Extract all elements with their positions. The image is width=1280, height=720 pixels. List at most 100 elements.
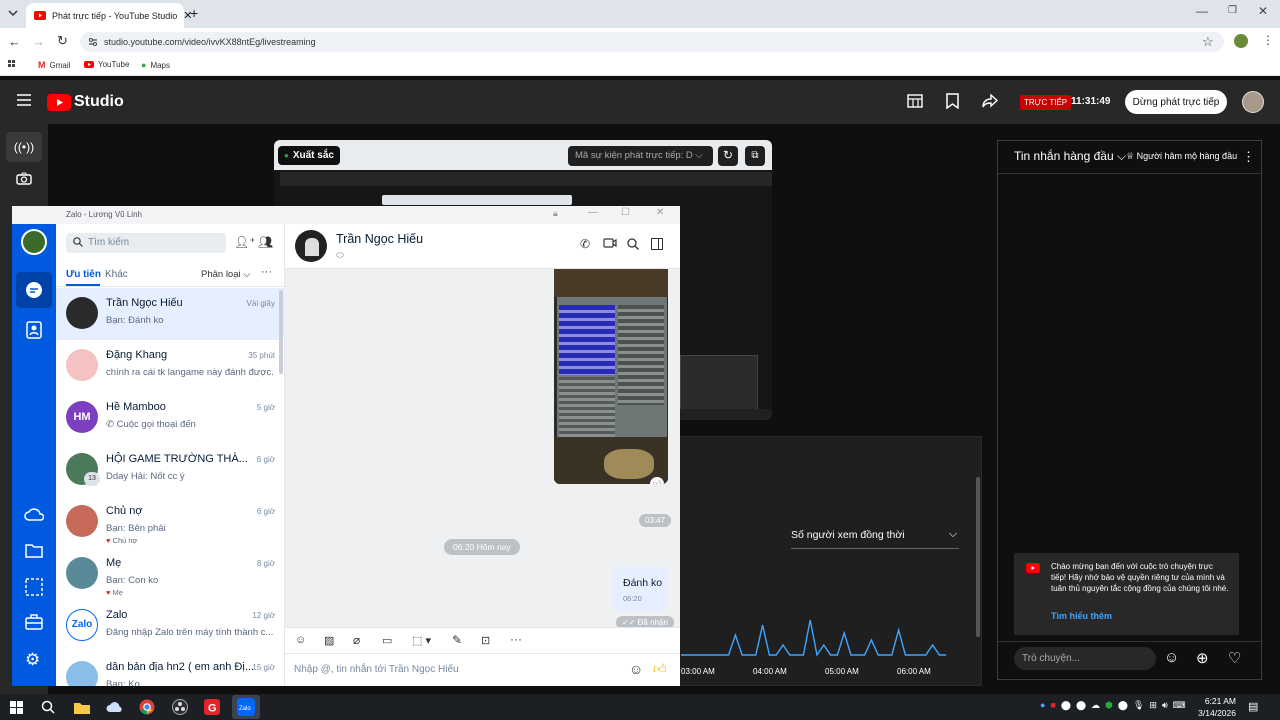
garena-icon[interactable]: G [200,695,224,719]
files-nav-icon[interactable] [25,542,43,558]
messages-nav-icon[interactable] [16,272,52,308]
learn-more-link[interactable]: Tìm hiểu thêm [1051,611,1112,621]
onedrive-icon[interactable] [103,695,127,719]
heart-icon[interactable]: ♡ [1228,649,1241,667]
user-avatar[interactable] [21,229,47,255]
garena-tray-icon[interactable]: ■ [1050,700,1055,711]
emoji-icon[interactable]: ☺ [629,661,643,677]
bookmark-maps[interactable]: ● Maps [141,60,170,70]
share-icon[interactable] [982,94,998,108]
keyboard-icon[interactable]: ⌨ [1173,700,1186,711]
tag-icon[interactable]: ⬭ [336,250,344,261]
tray-app-icon[interactable]: ⬤ [1118,700,1128,711]
message-input[interactable]: Nhập @, tin nhắn tới Trần Ngọc Hiếu [294,664,459,675]
conversation-item[interactable]: Đặng Khang chính ra cái tk langame này đá… [56,340,285,392]
create-group-icon[interactable]: 👥︎ [258,235,273,249]
conversation-item[interactable]: HỘI GAME TRƯỜNG THÀ... Dday Hải: Nốt cc ý… [56,444,285,496]
close-icon[interactable]: ✕ [656,207,664,218]
minimize-icon[interactable]: — [588,207,598,218]
chat-mode-dropdown[interactable]: Tin nhắn hàng đầu ⌵ [1014,149,1126,164]
chrome-icon[interactable] [135,695,159,719]
thumbs-up-icon[interactable]: 👍︎ [653,661,667,677]
channel-avatar[interactable] [1242,91,1264,113]
tray-app-icon[interactable]: ⬢ [1105,700,1113,711]
zalo-taskbar-icon[interactable]: Zalo [232,695,260,719]
network-icon[interactable]: ⊞ [1149,700,1157,711]
bookmark-icon[interactable] [946,93,959,109]
live-stream-nav-icon[interactable]: ((•)) [6,132,42,162]
tab-other[interactable]: Khác [105,269,128,280]
hamburger-menu-icon[interactable] [17,94,31,106]
chat-input[interactable]: Trò chuyện... [1014,647,1156,670]
browser-tab[interactable]: Phát trực tiếp - YouTube Studio ✕ [26,3,193,28]
bookmark-youtube[interactable]: YouTube [84,60,129,69]
clock[interactable]: 6:21 AM 3/14/2026 [1198,696,1236,718]
copy-icon[interactable]: ⧉ [745,146,765,166]
conversation-item[interactable]: HM Hề Mamboo ✆ Cuộc gọi thoại đến 5 giờ [56,392,285,444]
tray-app-icon[interactable]: ⬤ [1076,700,1086,711]
layout-icon[interactable] [907,94,923,108]
minimize-icon[interactable]: — [1196,4,1208,18]
screenshot-nav-icon[interactable] [25,578,43,596]
notifications-icon[interactable]: ▤ [1248,700,1258,713]
forward-icon[interactable]: → [32,34,45,49]
volume-icon[interactable]: 🔊︎ [1162,700,1168,711]
format-text-icon[interactable]: ✎ [452,633,462,647]
conversation-item[interactable]: dân bản địa hn2 ( em anh Đị... Bạn: Ko 15 … [56,652,285,686]
scrollbar[interactable] [976,477,980,637]
search-icon[interactable] [627,238,639,250]
conversation-item[interactable]: Mẹ Bạn: Con ko 8 giờ ♥ Mẹ [56,548,285,600]
event-id-dropdown[interactable]: Mã sự kiện phát trực tiếp: D ⌵ [568,146,713,166]
image-message[interactable]: 👍︎ [554,269,668,484]
new-tab-icon[interactable]: + [190,5,198,21]
tray-app-icon[interactable]: ● [1040,700,1045,711]
back-icon[interactable]: ← [8,34,21,49]
contacts-nav-icon[interactable] [25,321,43,339]
sticker-icon[interactable]: ☺ [295,634,306,646]
camera-nav-icon[interactable] [16,172,32,185]
screen-capture-icon[interactable]: ⬚ ▾ [412,634,431,647]
contact-card-icon[interactable]: ▭ [382,634,392,647]
image-icon[interactable]: ▨ [324,634,334,647]
top-fans-button[interactable]: ♕ Người hâm mộ hàng đầu [1126,151,1237,162]
cloud-nav-icon[interactable] [24,506,44,522]
mic-icon[interactable]: 🎙︎ [1133,700,1144,711]
classify-dropdown[interactable]: Phân loại ⌵ [201,269,250,280]
search-input[interactable]: Tìm kiếm [66,233,226,253]
profile-avatar[interactable] [1234,34,1248,48]
briefcase-nav-icon[interactable] [25,614,43,630]
windows-start-icon[interactable] [4,695,28,719]
apps-grid-icon[interactable] [8,60,18,70]
url-input[interactable]: studio.youtube.com/video/ivvKX88ntEg/liv… [80,32,1224,52]
add-friend-icon[interactable]: 👤︎⁺ [234,235,256,249]
chat-menu-icon[interactable]: ⋮ [1242,149,1255,165]
maximize-icon[interactable]: ☐ [621,207,630,218]
sent-message-bubble[interactable]: Đánh ko 06:20 [612,567,668,611]
bookmark-star-icon[interactable]: ☆ [1202,34,1214,50]
system-tray[interactable]: ● ■ ⬤ ⬤ ☁ ⬢ ⬤ 🎙︎ ⊞ 🔊︎ ⌨ [1040,700,1186,711]
sidebar-toggle-icon[interactable] [651,238,663,250]
tab-search-icon[interactable] [6,6,20,20]
end-stream-button[interactable]: Dừng phát trực tiếp [1125,90,1227,114]
more-options-icon[interactable]: ··· [510,632,522,646]
react-icon[interactable]: 👍︎ [650,477,664,484]
lock-icon[interactable]: 🔒︎ [553,208,558,219]
metric-select[interactable]: Số người xem đồng thời ⌵ [791,528,959,549]
reload-icon[interactable]: ↻ [57,33,68,49]
tab-priority[interactable]: Ưu tiên [66,269,101,280]
settings-gear-icon[interactable]: ⚙ [25,650,40,670]
reminder-icon[interactable]: ⊡ [481,634,490,647]
window-close-icon[interactable]: ✕ [1258,4,1268,18]
list-scrollbar[interactable] [279,290,283,374]
refresh-icon[interactable]: ↻ [718,146,738,166]
conversation-item[interactable]: Chủ nợ Bạn: Bên phải 6 giờ ♥ Chủ nợ [56,496,285,548]
search-icon[interactable] [36,695,60,719]
bookmark-gmail[interactable]: M Gmail [38,60,70,70]
file-explorer-icon[interactable] [70,695,94,719]
tray-app-icon[interactable]: ⬤ [1061,700,1071,711]
contact-avatar[interactable] [295,230,327,262]
video-call-icon[interactable] [603,238,617,248]
attach-icon[interactable]: ⌀ [353,633,360,647]
cloud-tray-icon[interactable]: ☁ [1091,700,1100,711]
conversation-item[interactable]: Zalo Zalo Đăng nhập Zalo trên máy tính thà… [56,600,285,652]
